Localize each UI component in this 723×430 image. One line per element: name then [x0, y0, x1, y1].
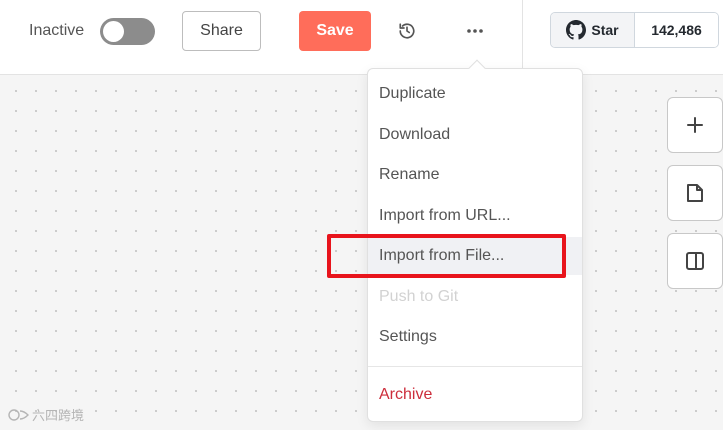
- menu-item-settings[interactable]: Settings: [368, 318, 582, 356]
- menu-item-push-to-git: Push to Git: [379, 288, 459, 305]
- menu-divider: [368, 366, 582, 367]
- watermark-logo-icon: [8, 408, 29, 421]
- github-star-button[interactable]: Star: [551, 13, 635, 47]
- menu-item-download[interactable]: Download: [368, 116, 582, 154]
- toggle-panel-button[interactable]: [667, 233, 723, 289]
- watermark: 六四跨境: [8, 405, 84, 424]
- share-button[interactable]: Share: [182, 11, 261, 51]
- active-toggle-label: Inactive: [29, 22, 85, 39]
- panel-icon: [686, 252, 704, 270]
- github-star-widget[interactable]: Star 142,486: [550, 12, 719, 48]
- more-horizontal-icon: [467, 29, 483, 33]
- add-sticky-note-button[interactable]: [667, 165, 723, 221]
- menu-item-archive[interactable]: Archive: [368, 376, 582, 414]
- plus-icon: [687, 117, 703, 133]
- github-star-count[interactable]: 142,486: [635, 13, 718, 47]
- menu-item-duplicate[interactable]: Duplicate: [368, 75, 582, 113]
- highlight-annotation-box: [327, 234, 566, 278]
- watermark-text: 六四跨境: [32, 408, 85, 423]
- history-icon: [399, 23, 415, 39]
- history-button[interactable]: [392, 16, 422, 46]
- toggle-knob: [103, 21, 124, 42]
- github-star-label: Star: [591, 22, 619, 38]
- header-divider: [522, 0, 523, 75]
- active-toggle[interactable]: [100, 18, 155, 45]
- menu-item-import-from-url[interactable]: Import from URL...: [368, 197, 582, 235]
- sticky-note-icon: [687, 184, 703, 202]
- add-node-button[interactable]: [667, 97, 723, 153]
- more-options-button[interactable]: [460, 16, 490, 46]
- menu-item-rename[interactable]: Rename: [368, 156, 582, 194]
- top-header: Inactive Share Save Star 142,486: [0, 0, 723, 75]
- save-button[interactable]: Save: [299, 11, 371, 51]
- github-icon: [566, 20, 587, 40]
